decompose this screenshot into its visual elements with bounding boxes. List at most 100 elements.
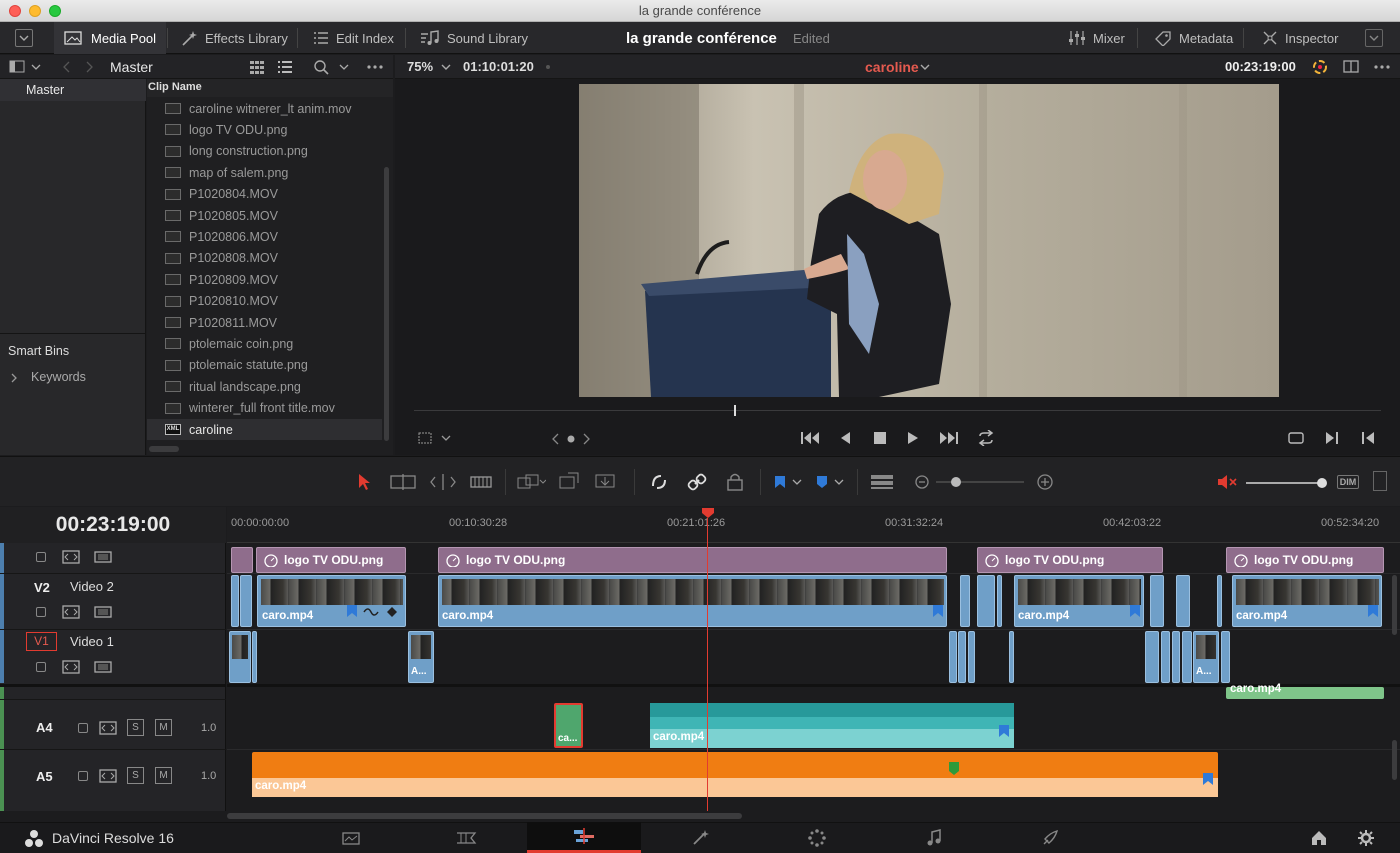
lock-icon[interactable] — [78, 723, 88, 733]
auto-select-icon[interactable] — [62, 550, 80, 564]
clip-marker-icon[interactable] — [1129, 604, 1141, 618]
title-clip[interactable]: logo TV ODU.png — [1226, 547, 1384, 573]
video-clip[interactable] — [997, 575, 1002, 627]
metadata-button[interactable]: Metadata — [1144, 22, 1243, 54]
thumbnail-view-icon[interactable] — [249, 60, 265, 74]
lock-icon[interactable] — [78, 771, 88, 781]
video-clip[interactable] — [252, 631, 257, 683]
crop-icon[interactable] — [418, 431, 454, 447]
video-clip[interactable]: caro.mp4 — [257, 575, 406, 627]
clip-list-item[interactable]: ptolemaic coin.png — [165, 333, 380, 354]
page-fairlight[interactable] — [877, 822, 991, 853]
mute-button[interactable]: M — [155, 719, 172, 736]
video-clip[interactable]: A... — [408, 631, 434, 683]
snapping-icon[interactable] — [649, 472, 669, 492]
title-clip[interactable] — [231, 547, 253, 573]
play-reverse-icon[interactable] — [838, 430, 852, 446]
clip-list-item[interactable]: XML caroline — [147, 419, 382, 440]
video-clip[interactable] — [229, 631, 251, 683]
auto-select-icon[interactable] — [62, 660, 80, 674]
track-v1-id[interactable]: V1 — [26, 632, 57, 651]
video-clip[interactable]: caro.mp4 — [1232, 575, 1382, 627]
audio-clip[interactable]: caro.mp4 — [252, 752, 1218, 797]
volume-knob[interactable] — [1317, 478, 1327, 488]
dynamic-trim-icon[interactable] — [429, 473, 457, 491]
clip-list-scrollbar[interactable] — [384, 167, 389, 441]
page-edit[interactable] — [527, 822, 641, 853]
clip-list-item[interactable]: caroline witnerer_lt anim.mov — [165, 98, 380, 119]
clip-list-hscrollbar[interactable] — [149, 446, 179, 452]
video-clip[interactable] — [1182, 631, 1192, 683]
auto-select-icon[interactable] — [99, 721, 117, 735]
flag-icon[interactable] — [773, 474, 805, 490]
clip-list-item[interactable]: P1020805.MOV — [165, 205, 380, 226]
timeline-view-options-icon[interactable] — [869, 473, 895, 491]
clip-list-item[interactable]: map of salem.png — [165, 162, 380, 183]
page-media[interactable] — [294, 822, 408, 853]
video-clip[interactable] — [1176, 575, 1190, 627]
jump-to-end-icon[interactable] — [939, 430, 961, 446]
column-header-clip-name[interactable]: Clip Name — [148, 81, 202, 93]
marker-icon[interactable] — [815, 474, 847, 490]
auto-select-icon[interactable] — [99, 769, 117, 783]
audio-tracks-vscrollbar[interactable] — [1392, 740, 1397, 780]
mark-in-icon[interactable] — [1324, 430, 1340, 446]
video-clip[interactable] — [240, 575, 252, 627]
trim-tool-icon[interactable] — [388, 473, 418, 491]
timeline-hscrollbar[interactable] — [227, 813, 742, 819]
timeline-ruler[interactable] — [227, 507, 1400, 543]
clip-list-item[interactable]: P1020810.MOV — [165, 291, 380, 312]
search-icon[interactable] — [313, 59, 353, 75]
stop-icon[interactable] — [873, 431, 887, 445]
video-clip[interactable] — [1145, 631, 1159, 683]
zoom-out-icon[interactable] — [914, 474, 930, 490]
mute-speaker-icon[interactable] — [1216, 474, 1238, 490]
zoom-level[interactable]: 75% — [407, 59, 433, 74]
timeline-zoom-slider[interactable] — [936, 481, 1024, 483]
clip-list-item[interactable]: winterer_full front title.mov — [165, 398, 380, 419]
track-enable-icon[interactable] — [94, 550, 112, 564]
clip-list-item[interactable]: P1020804.MOV — [165, 184, 380, 205]
clip-marker-icon[interactable] — [948, 761, 960, 775]
auto-select-icon[interactable] — [62, 605, 80, 619]
solo-button[interactable]: S — [127, 767, 144, 784]
audio-clip-partial[interactable]: caro.mp4 — [1226, 683, 1384, 699]
clip-list-item[interactable]: long construction.png — [165, 141, 380, 162]
solo-button[interactable]: S — [127, 719, 144, 736]
audio-clip[interactable]: caro.mp4 — [650, 703, 1014, 748]
video-clip[interactable] — [968, 631, 975, 683]
video-clip[interactable] — [1172, 631, 1180, 683]
video-clip[interactable] — [1161, 631, 1170, 683]
timeline-dropdown-icon[interactable] — [919, 61, 931, 73]
clip-list-item[interactable]: P1020809.MOV — [165, 269, 380, 290]
viewer-options-icon[interactable] — [1373, 64, 1391, 70]
zoom-in-icon[interactable] — [1036, 473, 1054, 491]
back-forward-icon[interactable] — [60, 60, 96, 74]
workspace-menu-icon[interactable] — [15, 29, 33, 47]
page-cut[interactable] — [410, 822, 524, 853]
page-deliver[interactable] — [993, 822, 1107, 853]
volume-slider[interactable] — [1246, 482, 1324, 484]
blade-tool-icon[interactable] — [469, 473, 493, 491]
video-clip[interactable] — [949, 631, 957, 683]
keywords-bin[interactable]: Keywords — [31, 370, 86, 384]
timeline-name[interactable]: caroline — [865, 59, 919, 75]
overwrite-clip-icon[interactable] — [558, 471, 582, 491]
clip-marker-icon[interactable] — [932, 604, 944, 618]
video-clip[interactable] — [960, 575, 970, 627]
effects-library-button[interactable]: Effects Library — [170, 22, 298, 54]
clip-marker-icon[interactable] — [998, 724, 1010, 738]
mute-button[interactable]: M — [155, 767, 172, 784]
clip-list-item[interactable]: P1020808.MOV — [165, 248, 380, 269]
inspector-button[interactable]: Inspector — [1252, 22, 1348, 54]
replace-clip-icon[interactable] — [594, 471, 624, 491]
clip-list-item[interactable]: P1020806.MOV — [165, 226, 380, 247]
clip-marker-icon[interactable] — [1367, 604, 1379, 618]
video-clip[interactable] — [1221, 631, 1230, 683]
playhead-handle[interactable] — [701, 507, 715, 519]
mark-out-icon[interactable] — [1360, 430, 1376, 446]
video-clip[interactable] — [977, 575, 995, 627]
page-color[interactable] — [760, 822, 874, 853]
position-lock-icon[interactable] — [726, 472, 744, 492]
clip-marker-icon[interactable] — [346, 604, 358, 618]
